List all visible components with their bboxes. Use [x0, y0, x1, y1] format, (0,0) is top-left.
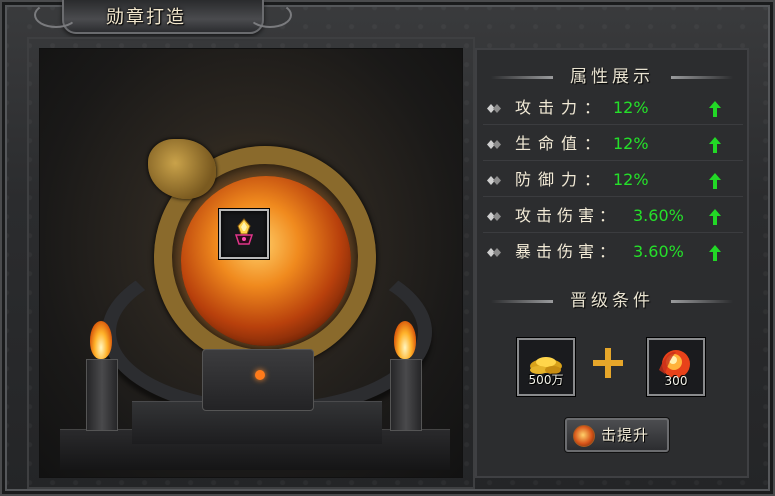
dragon-head [148, 139, 216, 199]
requirements-heading-label: 晋级条件 [570, 291, 654, 311]
attributes-heading: 属性展示 [477, 62, 747, 92]
attr-value: 12% [613, 134, 649, 153]
attr-row-attack: 攻击力： 12% [483, 91, 743, 125]
diamond-bullet-icon [487, 248, 501, 257]
heading-wing-left [491, 76, 553, 79]
upgrade-button[interactable]: 击提升 [565, 418, 669, 452]
attr-row-defense: 防御力： 12% [483, 163, 743, 197]
heading-wing-left [491, 300, 553, 303]
flame-icon [90, 321, 112, 359]
medal-forge-window: 勋章打造 属性展示 攻击力： 12% 生命值： 12% 防御力： 12% 攻击伤… [0, 0, 775, 496]
attr-row-health: 生命值： 12% [483, 127, 743, 161]
arrow-up-icon [709, 245, 721, 261]
window-title: 勋章打造 [106, 7, 186, 28]
diamond-bullet-icon [487, 212, 501, 221]
title-ornament-left [34, 2, 78, 28]
title-ornament-right [248, 2, 292, 28]
attr-name: 暴击伤害： [515, 242, 616, 261]
torch-post [86, 359, 118, 431]
attr-name: 生命值： [515, 134, 601, 153]
requirement-quantity: 500万 [528, 373, 564, 387]
attr-row-attack-damage: 攻击伤害： 3.60% [483, 199, 743, 233]
attr-name: 攻击伤害： [515, 206, 616, 225]
plus-icon [593, 348, 623, 378]
medal-slot[interactable] [219, 209, 269, 259]
requirement-quantity: 300 [664, 374, 688, 388]
diamond-bullet-icon [487, 176, 501, 185]
diamond-bullet-icon [487, 104, 501, 113]
heading-wing-right [671, 76, 733, 79]
medal-altar-scene [39, 48, 463, 478]
attr-row-crit-damage: 暴击伤害： 3.60% [483, 235, 743, 269]
flame-icon [394, 321, 416, 359]
altar-gem [255, 370, 265, 380]
fire-orb-icon [573, 425, 595, 447]
requirement-gold[interactable]: 500万 [517, 338, 575, 396]
arrow-up-icon [709, 101, 721, 117]
altar-pedestal [202, 349, 314, 411]
arrow-up-icon [709, 137, 721, 153]
diamond-bullet-icon [487, 140, 501, 149]
torch-post [390, 359, 422, 431]
attr-value: 12% [613, 98, 649, 117]
attr-value: 3.60% [633, 206, 684, 225]
arrow-up-icon [709, 173, 721, 189]
arrow-up-icon [709, 209, 721, 225]
attributes-heading-label: 属性展示 [570, 67, 654, 87]
requirements-heading: 晋级条件 [477, 286, 747, 316]
medal-icon [234, 218, 254, 245]
attr-name: 防御力： [515, 170, 601, 189]
attr-name: 攻击力： [515, 98, 601, 117]
attr-value: 12% [613, 170, 649, 189]
upgrade-button-label: 击提升 [601, 426, 650, 444]
heading-wing-right [671, 300, 733, 303]
requirement-fire-orb[interactable]: 300 [647, 338, 705, 396]
attr-value: 3.60% [633, 242, 684, 261]
info-panel: 属性展示 攻击力： 12% 生命值： 12% 防御力： 12% 攻击伤害： 3.… [475, 48, 749, 478]
